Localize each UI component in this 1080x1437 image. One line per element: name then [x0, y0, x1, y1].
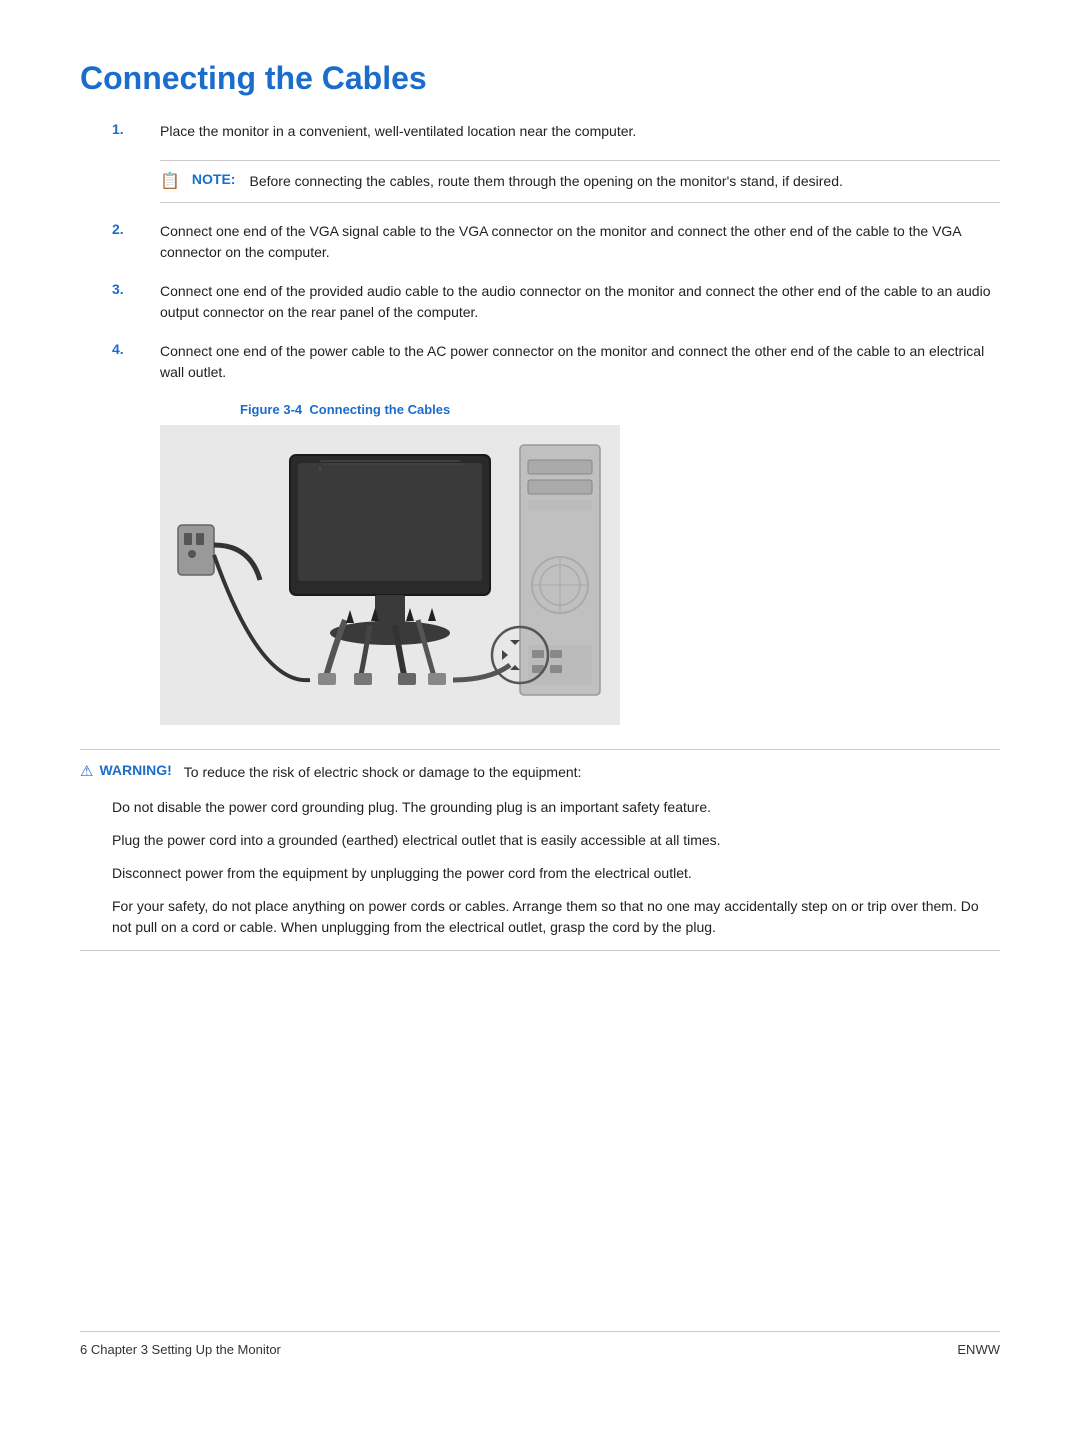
list-item: 1. Place the monitor in a convenient, we… — [80, 121, 1000, 142]
note-label: NOTE: — [192, 171, 236, 187]
steps-list-2: 2. Connect one end of the VGA signal cab… — [80, 221, 1000, 383]
note-text: Before connecting the cables, route them… — [249, 171, 842, 192]
warning-intro-text: To reduce the risk of electric shock or … — [184, 762, 582, 783]
note-box: 📋 NOTE: Before connecting the cables, ro… — [160, 160, 1000, 203]
warning-item: Do not disable the power cord grounding … — [112, 797, 1000, 818]
warning-box: ⚠ WARNING! To reduce the risk of electri… — [80, 749, 1000, 951]
page-title: Connecting the Cables — [80, 60, 1000, 97]
step-number: 1. — [112, 121, 160, 137]
warning-label: WARNING! — [99, 762, 171, 778]
warning-items: Do not disable the power cord grounding … — [112, 797, 1000, 938]
monitor-svg — [160, 425, 620, 725]
warning-item: For your safety, do not place anything o… — [112, 896, 1000, 938]
footer-right-text: ENWW — [957, 1342, 1000, 1357]
warning-header: ⚠ WARNING! To reduce the risk of electri… — [80, 762, 1000, 783]
list-item: 2. Connect one end of the VGA signal cab… — [80, 221, 1000, 263]
figure-label: Figure 3-4 Connecting the Cables — [240, 402, 450, 417]
note-icon: 📋 — [160, 171, 180, 191]
warning-item: Plug the power cord into a grounded (ear… — [112, 830, 1000, 851]
step-text: Connect one end of the power cable to th… — [160, 341, 1000, 383]
page: Connecting the Cables 1. Place the monit… — [0, 0, 1080, 1437]
figure-image — [160, 425, 620, 725]
footer-left-text: 6 Chapter 3 Setting Up the Monitor — [80, 1342, 281, 1357]
step-number: 4. — [112, 341, 160, 357]
step-number: 3. — [112, 281, 160, 297]
list-item: 4. Connect one end of the power cable to… — [80, 341, 1000, 383]
step-number: 2. — [112, 221, 160, 237]
step-text: Connect one end of the provided audio ca… — [160, 281, 1000, 323]
step-text: Place the monitor in a convenient, well-… — [160, 121, 1000, 142]
list-item: 3. Connect one end of the provided audio… — [80, 281, 1000, 323]
steps-list: 1. Place the monitor in a convenient, we… — [80, 121, 1000, 142]
main-content: Connecting the Cables 1. Place the monit… — [80, 60, 1000, 1331]
warning-triangle-icon: ⚠ — [80, 762, 93, 780]
page-footer: 6 Chapter 3 Setting Up the Monitor ENWW — [80, 1331, 1000, 1357]
warning-item: Disconnect power from the equipment by u… — [112, 863, 1000, 884]
step-text: Connect one end of the VGA signal cable … — [160, 221, 1000, 263]
